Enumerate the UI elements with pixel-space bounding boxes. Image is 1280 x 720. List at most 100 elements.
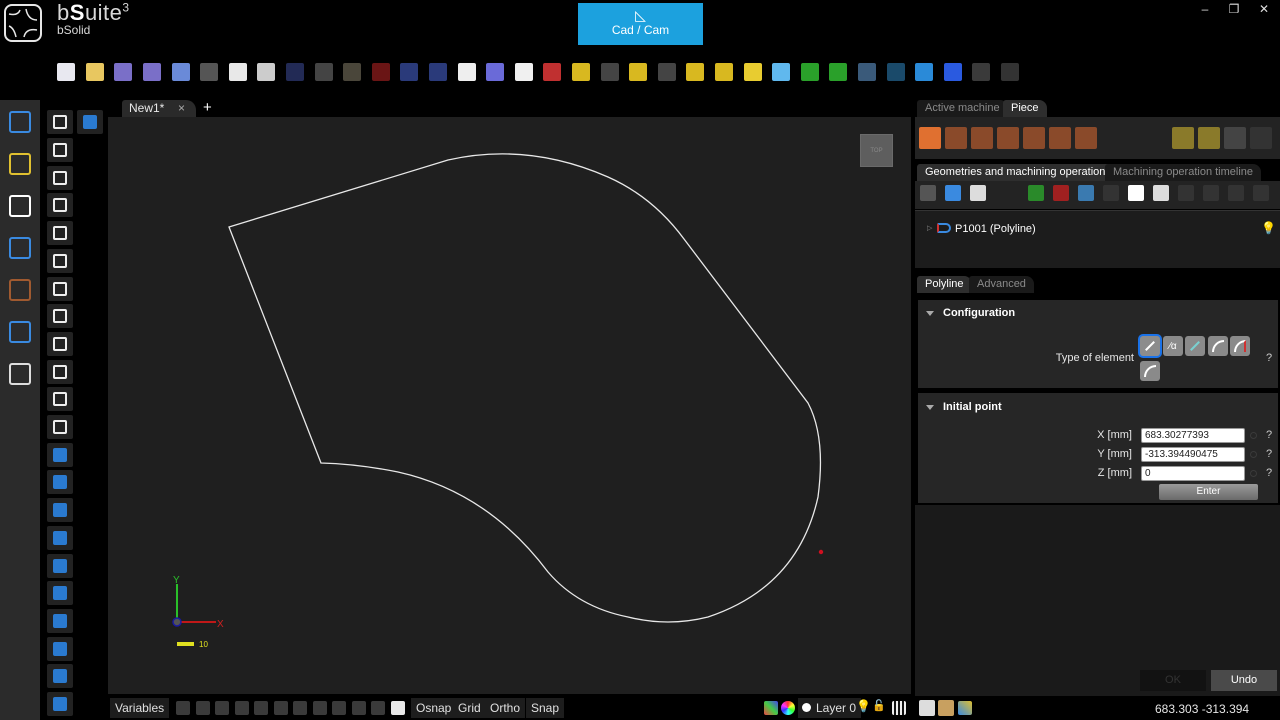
tool-lasso[interactable] [47,636,73,661]
grid-toggle[interactable]: Grid [453,698,486,718]
snap-nearest-icon[interactable] [254,701,268,715]
y-lock-indicator[interactable] [1250,451,1257,458]
close-button[interactable]: ✕ [1254,2,1274,18]
globe-grid-button[interactable] [853,58,882,86]
import-button[interactable] [195,58,224,86]
snap-tool-1-icon[interactable] [919,700,935,716]
piece-delete-icon[interactable] [1075,127,1097,149]
initial-point-header[interactable]: Initial point [926,401,1002,413]
z-lock-indicator[interactable] [1250,470,1257,477]
new-doc-icon[interactable] [1153,185,1169,201]
tool-ellipse[interactable] [47,304,73,329]
tab-active-machine[interactable]: Active machine [917,100,1008,117]
type-help-icon[interactable]: ? [1266,352,1272,364]
new-file-button[interactable] [52,58,81,86]
tab-piece[interactable]: Piece [1003,100,1047,117]
tool-spline[interactable] [47,221,73,246]
z-input[interactable] [1141,466,1245,481]
snap-tool-2-icon[interactable] [938,700,954,716]
piece-edit-icon[interactable] [997,127,1019,149]
save-button[interactable] [109,58,138,86]
tab-geometries-operations[interactable]: Geometries and machining operations [917,164,1119,181]
rail-transform[interactable] [6,150,34,178]
type-line-button[interactable] [1140,336,1160,356]
view-3d-button[interactable] [767,58,796,86]
visibility-bulb-icon[interactable]: 💡 [1261,221,1276,235]
tool-extrude[interactable] [47,442,73,467]
redo-button[interactable] [424,58,453,86]
snap-intersection-icon[interactable] [215,701,229,715]
cad-cam-mode-button[interactable]: ◺ Cad / Cam [578,3,703,45]
layer-visible-bulb-icon[interactable]: 💡 [856,699,871,713]
export-button[interactable] [224,58,253,86]
tool-point[interactable] [47,110,73,134]
recycle-icon[interactable] [1253,185,1269,201]
tool-region[interactable] [47,415,73,439]
tool-text[interactable] [47,359,73,384]
polyline-p1001[interactable] [228,153,822,623]
view-left-button[interactable] [624,58,653,86]
x-lock-indicator[interactable] [1250,432,1257,439]
tool-offset-face[interactable] [47,581,73,606]
pick-point-button[interactable] [795,58,824,86]
tree-item-p1001[interactable]: P1001 (Polyline) [955,223,1036,235]
color-wheel-icon[interactable] [781,701,795,715]
tool-arc[interactable] [47,165,73,190]
cross-icon[interactable] [1053,185,1069,201]
snap-clear-icon[interactable] [371,701,385,715]
minimize-button[interactable]: – [1195,2,1215,18]
snap-toggle[interactable]: Snap [526,698,565,718]
piece-origin-icon[interactable] [945,127,967,149]
add-tab-button[interactable]: + [203,99,212,116]
axes-icon[interactable] [1250,127,1272,149]
layers-stack-icon[interactable] [892,701,906,715]
layer-selector[interactable]: Layer 0 [798,698,862,718]
add-piece-icon[interactable] [919,127,941,149]
refresh-icon[interactable] [1078,185,1094,201]
layers-icon[interactable] [920,185,936,201]
tool-solid-primitive[interactable] [77,110,103,134]
tool-shell[interactable] [47,553,73,578]
undo-button[interactable]: Undo [1211,670,1277,691]
edit-doc-icon[interactable] [1203,185,1219,201]
y-help-icon[interactable]: ? [1266,448,1272,460]
close-tab-icon[interactable]: × [178,100,185,117]
piece-points-icon[interactable] [971,127,993,149]
view-front-button[interactable] [567,58,596,86]
magnet-icon[interactable] [390,701,405,715]
paste-button[interactable] [338,58,367,86]
crosshair-button[interactable] [452,58,481,86]
type-arc-tangent-button[interactable] [1140,361,1160,381]
sphere-dark-button[interactable] [881,58,910,86]
type-line-tangent-button[interactable] [1185,336,1205,356]
play-icon[interactable] [1128,185,1144,201]
snap-tool-3-icon[interactable] [958,701,972,715]
tool-loft[interactable] [47,525,73,550]
rail-measure[interactable] [6,192,34,220]
tree-expand-icon[interactable]: ▷ [927,224,932,232]
cut-button[interactable] [281,58,310,86]
tool-line[interactable] [47,138,73,162]
rail-solid-shield[interactable] [6,318,34,346]
cad-viewport[interactable]: Y X 10 [108,117,911,694]
type-arc-center-button[interactable] [1230,336,1250,356]
configuration-header[interactable]: Configuration [926,307,1015,319]
split-view-button[interactable] [996,58,1025,86]
view-top-button[interactable] [595,58,624,86]
tool-image-to-solid[interactable] [47,692,73,716]
stock-icon[interactable] [1172,127,1194,149]
piece-rotate-icon[interactable] [1049,127,1071,149]
tool-revolve[interactable] [47,470,73,495]
orbit-button[interactable] [481,58,510,86]
plugin-button[interactable] [967,58,996,86]
undo-button[interactable] [395,58,424,86]
snap-perpendicular-icon[interactable] [234,701,249,715]
rail-cad-drafting[interactable] [6,108,34,136]
tool-circle[interactable] [47,276,73,301]
ok-button[interactable]: OK [1140,670,1206,691]
y-input[interactable] [1141,447,1245,462]
doc-icon[interactable] [1178,185,1194,201]
view-diamond-button[interactable] [738,58,767,86]
document-tab[interactable]: New1* × [122,100,196,117]
help-button[interactable] [938,58,967,86]
